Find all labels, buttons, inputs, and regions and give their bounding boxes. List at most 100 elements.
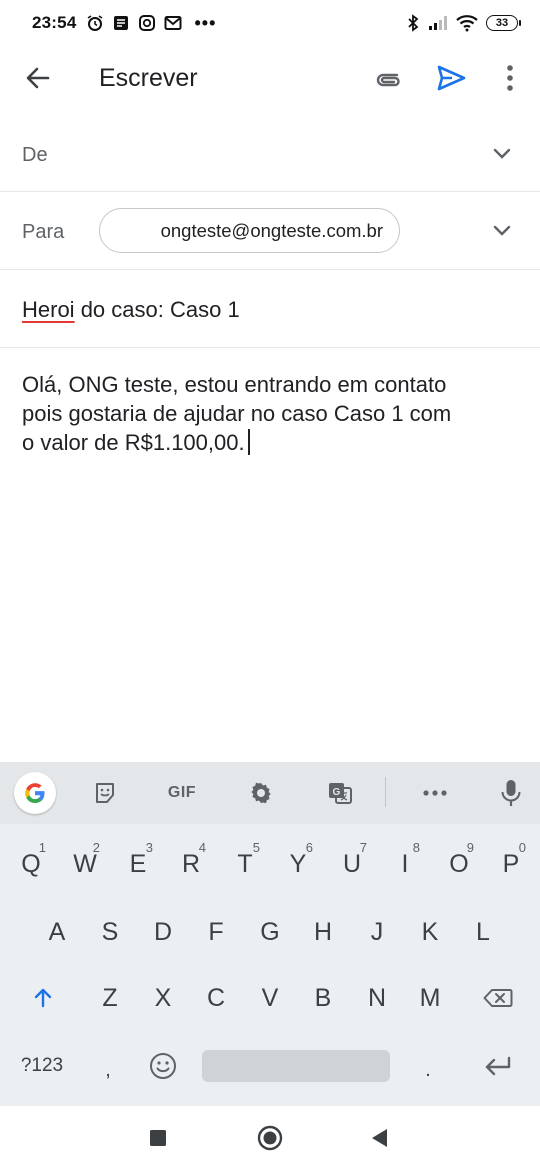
key-label: U	[342, 849, 362, 878]
more-vert-icon[interactable]	[496, 62, 524, 94]
mic-icon[interactable]	[497, 774, 525, 812]
space-key[interactable]	[202, 1050, 390, 1082]
key-g[interactable]: G	[253, 912, 287, 952]
key-d[interactable]: D	[146, 912, 180, 952]
key-r[interactable]: R4	[174, 840, 208, 884]
key-label: I	[401, 849, 409, 878]
key-e[interactable]: E3	[121, 840, 155, 884]
body-line-last: o valor de R$1.100,00.	[22, 428, 522, 457]
key-u[interactable]: U7	[335, 840, 369, 884]
key-a[interactable]: A	[40, 912, 74, 952]
key-v[interactable]: V	[253, 978, 287, 1018]
key-i[interactable]: I8	[388, 840, 422, 884]
page-title: Escrever	[99, 64, 198, 92]
key-o[interactable]: O9	[442, 840, 476, 884]
key-label: R	[181, 849, 201, 878]
battery-icon: 33	[486, 15, 521, 31]
key-hint: 5	[252, 840, 260, 855]
from-label: De	[22, 144, 48, 166]
back-arrow-icon[interactable]	[22, 62, 54, 94]
google-icon[interactable]	[14, 772, 56, 814]
recipient-chip[interactable]: ongteste@ongteste.com.br	[99, 208, 400, 253]
recents-square-icon[interactable]	[144, 1124, 172, 1152]
alarm-icon	[88, 15, 103, 31]
svg-text:G: G	[333, 787, 341, 798]
status-time: 23:54	[32, 13, 77, 32]
attach-icon[interactable]	[370, 62, 402, 94]
key-hint: 4	[198, 840, 206, 855]
wifi-icon	[456, 15, 478, 32]
key-w[interactable]: W2	[68, 840, 102, 884]
settings-gear-icon[interactable]	[246, 774, 276, 812]
chevron-down-icon[interactable]	[490, 219, 514, 243]
more-horiz-icon[interactable]	[418, 774, 452, 812]
recipient-email: ongteste@ongteste.com.br	[160, 219, 383, 241]
bluetooth-icon	[408, 14, 419, 32]
gif-icon[interactable]: GIF	[160, 774, 204, 812]
key-hint: 1	[38, 840, 46, 855]
key-k[interactable]: K	[413, 912, 447, 952]
key-m[interactable]: M	[413, 978, 447, 1018]
key-label: P	[502, 849, 520, 878]
key-label: E	[129, 849, 147, 878]
send-icon[interactable]	[435, 62, 467, 94]
key-hint: 2	[92, 840, 100, 855]
gif-label: GIF	[167, 784, 197, 801]
key-t[interactable]: T5	[228, 840, 262, 884]
key-label: T	[237, 849, 253, 878]
chevron-down-icon[interactable]	[490, 142, 514, 166]
key-b[interactable]: B	[306, 978, 340, 1018]
translate-icon[interactable]: G	[325, 774, 355, 812]
text-cursor	[247, 429, 250, 455]
key-y[interactable]: Y6	[281, 840, 315, 884]
key-p[interactable]: P0	[494, 840, 528, 884]
key-c[interactable]: C	[199, 978, 233, 1018]
email-body-field[interactable]: Olá, ONG teste, estou entrando em contat…	[22, 370, 522, 457]
emoji-icon[interactable]	[146, 1046, 180, 1086]
key-x[interactable]: X	[146, 978, 180, 1018]
symbols-key[interactable]: ?123	[14, 1046, 70, 1086]
home-circle-icon[interactable]	[256, 1124, 284, 1152]
period-key[interactable]: .	[416, 1050, 440, 1090]
key-j[interactable]: J	[360, 912, 394, 952]
key-hint: 6	[305, 840, 313, 855]
key-n[interactable]: N	[360, 978, 394, 1018]
key-f[interactable]: F	[199, 912, 233, 952]
body-line: pois gostaria de ajudar no caso Caso 1 c…	[22, 401, 452, 426]
to-label: Para	[22, 221, 65, 243]
key-hint: 3	[145, 840, 153, 855]
shift-icon[interactable]	[26, 978, 60, 1018]
key-hint: 9	[466, 840, 474, 855]
battery-level: 33	[495, 17, 509, 29]
enter-icon[interactable]	[478, 1046, 518, 1086]
key-q[interactable]: Q1	[14, 840, 48, 884]
to-field[interactable]: Para ongteste@ongteste.com.br	[0, 192, 540, 270]
key-hint: 0	[518, 840, 526, 855]
message-icon	[114, 16, 129, 30]
toolbar-divider	[385, 777, 386, 807]
signal-icon	[429, 16, 447, 30]
body-line: Olá, ONG teste, estou entrando em contat…	[22, 372, 447, 397]
key-label: Y	[289, 849, 307, 878]
from-field[interactable]: De	[0, 116, 540, 192]
more-notifications: •••	[194, 12, 217, 33]
key-z[interactable]: Z	[93, 978, 127, 1018]
comma-key[interactable]: ,	[96, 1050, 120, 1090]
backspace-icon[interactable]	[478, 978, 518, 1018]
app-bar: Escrever	[0, 46, 540, 110]
status-bar: 23:54 ••• 33	[0, 0, 540, 46]
key-s[interactable]: S	[93, 912, 127, 952]
subject-text: Heroi do caso: Caso 1	[22, 297, 240, 323]
keyboard: GIF G Q1 W2 E3 R4 T5 Y6 U7 I8 O9 P0 A S …	[0, 762, 540, 1106]
key-hint: 8	[412, 840, 420, 855]
back-triangle-icon[interactable]	[366, 1124, 394, 1152]
subject-field[interactable]: Heroi do caso: Caso 1	[0, 270, 540, 348]
keyboard-toolbar: GIF G	[0, 762, 540, 824]
key-l[interactable]: L	[466, 912, 500, 952]
system-nav-bar	[0, 1106, 540, 1170]
gmail-icon	[164, 16, 182, 30]
sticker-icon[interactable]	[90, 774, 120, 812]
subject-misspelled-word: Heroi	[22, 297, 75, 322]
key-h[interactable]: H	[306, 912, 340, 952]
key-hint: 7	[359, 840, 367, 855]
